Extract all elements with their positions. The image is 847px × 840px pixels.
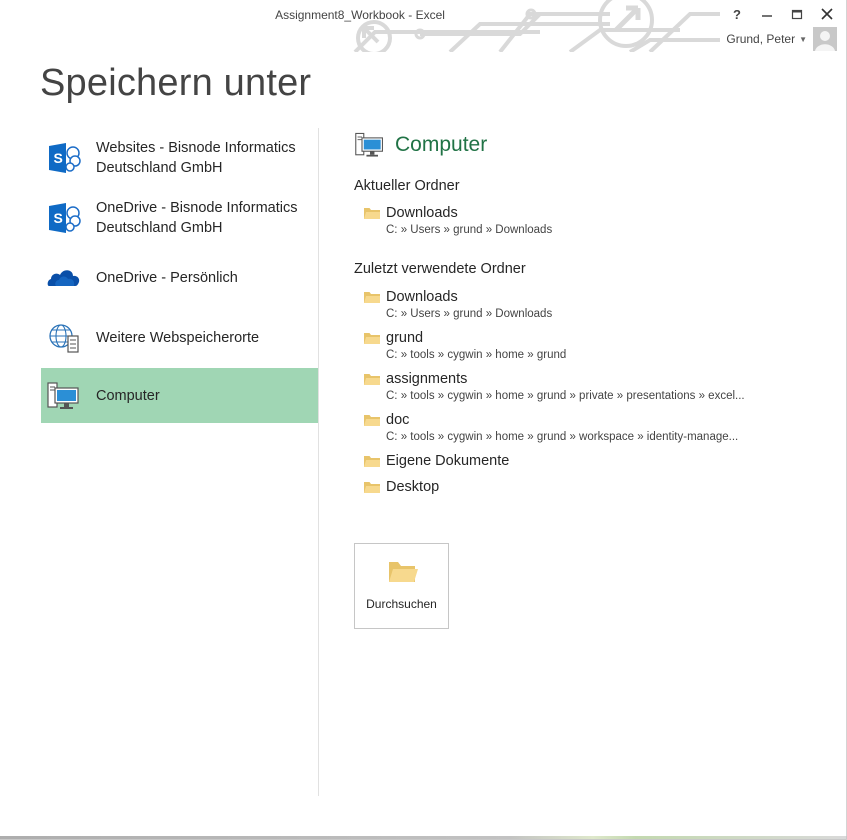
- recent-folders-heading: Zuletzt verwendete Ordner: [354, 261, 526, 277]
- panel-title: Computer: [395, 133, 488, 156]
- nav-item-onedrive-business[interactable]: S OneDrive - Bisnode Informatics Deutsch…: [41, 188, 318, 248]
- nav-label: OneDrive - Persönlich: [96, 270, 238, 286]
- window-title: Assignment8_Workbook - Excel: [275, 8, 445, 22]
- folder-icon: [364, 374, 380, 385]
- save-as-window: Assignment8_Workbook - Excel ? Grund, Pe…: [0, 0, 847, 840]
- status-strip: [0, 836, 847, 839]
- user-account[interactable]: Grund, Peter ▼: [726, 27, 837, 51]
- sharepoint-icon: S: [49, 203, 81, 233]
- nav-item-web-locations[interactable]: Weitere Webspeicherorte: [41, 308, 318, 368]
- current-folder-item[interactable]: Downloads C: » Users » grund » Downloads: [354, 204, 814, 238]
- recent-folder-item[interactable]: Desktop: [354, 478, 814, 497]
- recent-folder-item[interactable]: assignments C: » tools » cygwin » home »…: [354, 370, 814, 404]
- recent-folder-item[interactable]: Eigene Dokumente: [354, 452, 814, 471]
- avatar: [813, 27, 837, 51]
- folder-name: grund: [386, 330, 424, 346]
- onedrive-cloud-icon: [47, 270, 80, 286]
- current-folder-heading: Aktueller Ordner: [354, 178, 460, 194]
- nav-label: Computer: [96, 387, 160, 404]
- restore-icon: [791, 9, 803, 20]
- vertical-divider: [318, 128, 319, 796]
- open-folder-icon: [389, 562, 418, 582]
- recent-folders-list: Downloads C: » Users » grund » Downloads…: [354, 288, 814, 497]
- window-controls: ?: [725, 4, 839, 24]
- user-name: Grund, Peter: [726, 32, 796, 46]
- web-location-icon: [49, 324, 79, 353]
- folder-path: C: » tools » cygwin » home » grund: [386, 349, 567, 361]
- folder-path: C: » Users » grund » Downloads: [386, 308, 553, 320]
- computer-icon: [47, 381, 79, 409]
- minimize-icon: [762, 15, 772, 17]
- folder-icon: [364, 415, 380, 426]
- svg-text:S: S: [54, 210, 63, 226]
- computer-panel: Computer Aktueller Ordner Downloads C: »…: [354, 128, 814, 497]
- folder-icon: [364, 292, 380, 303]
- recent-folder-item[interactable]: grund C: » tools » cygwin » home » grund: [354, 329, 814, 363]
- help-button[interactable]: ?: [725, 4, 749, 24]
- nav-item-sharepoint-sites[interactable]: S Websites - Bisnode Informatics Deutsch…: [41, 128, 318, 188]
- folder-name: doc: [386, 412, 410, 428]
- chevron-down-icon: ▼: [799, 34, 807, 44]
- folder-name: Downloads: [386, 289, 458, 305]
- folder-name: Desktop: [386, 479, 440, 495]
- nav-label: OneDrive - Bisnode Informatics Deutschla…: [96, 200, 298, 236]
- minimize-button[interactable]: [755, 4, 779, 24]
- recent-folder-item[interactable]: Downloads C: » Users » grund » Downloads: [354, 288, 814, 322]
- close-icon: [821, 8, 833, 20]
- folder-path: C: » tools » cygwin » home » grund » wor…: [386, 431, 739, 443]
- folder-name: assignments: [386, 371, 468, 387]
- close-button[interactable]: [815, 4, 839, 24]
- nav-item-computer[interactable]: Computer: [41, 368, 318, 423]
- folder-name: Eigene Dokumente: [386, 453, 510, 469]
- folder-icon: [364, 456, 380, 467]
- page-title: Speichern unter: [40, 62, 312, 104]
- svg-text:S: S: [54, 150, 63, 166]
- recent-folder-item[interactable]: doc C: » tools » cygwin » home » grund »…: [354, 411, 814, 445]
- folder-icon: [364, 482, 380, 493]
- folder-icon: [364, 333, 380, 344]
- restore-button[interactable]: [785, 4, 809, 24]
- nav-label: Websites - Bisnode Informatics Deutschla…: [96, 140, 296, 176]
- panel-header: Computer: [354, 128, 814, 162]
- nav-item-onedrive-personal[interactable]: OneDrive - Persönlich: [41, 248, 318, 308]
- nav-label: Weitere Webspeicherorte: [96, 330, 260, 346]
- browse-label: Durchsuchen: [366, 597, 437, 611]
- sharepoint-icon: S: [49, 143, 81, 173]
- folder-name: Downloads: [386, 205, 458, 221]
- computer-icon: [355, 132, 383, 157]
- title-bar: Assignment8_Workbook - Excel ? Grund, Pe…: [0, 0, 847, 52]
- folder-path: C: » tools » cygwin » home » grund » pri…: [386, 390, 745, 402]
- browse-button[interactable]: Durchsuchen: [354, 543, 449, 629]
- folder-path: C: » Users » grund » Downloads: [386, 224, 553, 236]
- folder-icon: [364, 208, 380, 219]
- save-location-list: S Websites - Bisnode Informatics Deutsch…: [41, 128, 318, 423]
